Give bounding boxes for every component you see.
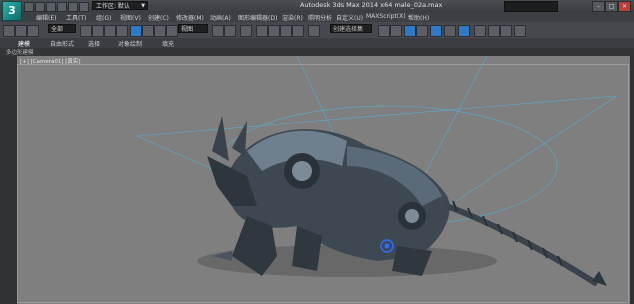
spinner-snap-icon[interactable] [292, 25, 304, 37]
menu-customize[interactable]: 自定义(U) [336, 13, 363, 22]
viewport-scene [136, 56, 618, 287]
undo-icon[interactable] [57, 2, 67, 12]
material-editor-icon[interactable] [458, 25, 470, 37]
menu-group[interactable]: 组(G) [96, 13, 111, 22]
left-sidebar [0, 56, 18, 304]
save-file-icon[interactable] [46, 2, 56, 12]
right-sidebar [630, 56, 634, 304]
maximize-button[interactable]: □ [605, 1, 618, 12]
bind-space-warp-icon[interactable] [27, 25, 39, 37]
window-crossing-icon[interactable] [116, 25, 128, 37]
menu-help[interactable]: 帮助(H) [408, 13, 429, 22]
menu-views[interactable]: 视图(V) [120, 13, 141, 22]
select-and-link-icon[interactable] [3, 25, 15, 37]
select-rotate-icon[interactable] [142, 25, 154, 37]
render-teapot-icon[interactable] [514, 25, 526, 37]
new-file-icon[interactable] [24, 2, 34, 12]
curve-editor-icon[interactable] [430, 25, 442, 37]
menu-lighting[interactable]: 照明分析 [308, 13, 332, 22]
placement-icon[interactable] [166, 25, 178, 37]
region-select-icon[interactable] [104, 25, 116, 37]
selection-filter-dropdown[interactable]: 全部 [48, 24, 76, 33]
angle-snap-icon[interactable] [268, 25, 280, 37]
project-folder-icon[interactable] [79, 2, 89, 12]
app-logo-button[interactable]: 3 [2, 1, 22, 21]
ribbon-panel: 多边形建模 [0, 48, 634, 56]
minimize-button[interactable]: – [592, 1, 605, 12]
menu-modifiers[interactable]: 修改器(M) [176, 13, 204, 22]
main-toolbar [0, 22, 634, 39]
workspace-label: 工作区: 默认 [96, 3, 130, 10]
render-production-icon[interactable] [500, 25, 512, 37]
reference-coordinate-dropdown[interactable]: 视图 [178, 24, 208, 33]
close-button[interactable]: ✕ [618, 1, 631, 12]
layer-manager-icon[interactable] [404, 25, 416, 37]
mirror-icon[interactable] [378, 25, 390, 37]
open-file-icon[interactable] [35, 2, 45, 12]
menu-edit[interactable]: 编辑(E) [36, 13, 56, 22]
menu-tools[interactable]: 工具(T) [66, 13, 86, 22]
search-input[interactable] [504, 1, 558, 12]
select-object-icon[interactable] [80, 25, 92, 37]
tab-object-paint[interactable]: 对象绘制 [118, 39, 142, 48]
align-icon[interactable] [390, 25, 402, 37]
pivot-center-icon[interactable] [212, 25, 224, 37]
keyboard-shortcut-icon[interactable] [240, 25, 252, 37]
select-manipulate-icon[interactable] [224, 25, 236, 37]
menu-maxscript[interactable]: MAXScript(X) [366, 13, 406, 20]
select-move-icon[interactable] [130, 25, 142, 37]
percent-snap-icon[interactable] [280, 25, 292, 37]
select-by-name-icon[interactable] [92, 25, 104, 37]
menu-animation[interactable]: 动画(A) [210, 13, 231, 22]
rendered-frame-icon[interactable] [488, 25, 500, 37]
redo-icon[interactable] [68, 2, 78, 12]
menu-rendering[interactable]: 渲染(R) [282, 13, 303, 22]
tab-modeling[interactable]: 建模 [18, 39, 30, 48]
workspace-dropdown[interactable]: 工作区: 默认 ▼ [92, 1, 148, 10]
perspective-viewport[interactable]: [+] [Camera01] [真实] [17, 56, 630, 304]
schematic-view-icon[interactable] [444, 25, 456, 37]
render-setup-icon[interactable] [474, 25, 486, 37]
tab-freeform[interactable]: 自由形式 [50, 39, 74, 48]
chevron-down-icon: ▼ [141, 3, 145, 9]
menu-graph-editors[interactable]: 图形编辑器(D) [238, 13, 277, 22]
tab-populate[interactable]: 填充 [162, 39, 174, 48]
snap-toggle-icon[interactable] [256, 25, 268, 37]
ribbon-panel-label[interactable]: 多边形建模 [6, 48, 34, 56]
unlink-icon[interactable] [15, 25, 27, 37]
select-scale-icon[interactable] [154, 25, 166, 37]
graphite-toggle-icon[interactable] [416, 25, 428, 37]
edit-named-selection-icon[interactable] [308, 25, 320, 37]
menu-create[interactable]: 创建(C) [148, 13, 169, 22]
named-selection-dropdown[interactable]: 创建选择集 [330, 24, 372, 33]
tab-selection[interactable]: 选择 [88, 39, 100, 48]
window-title: Autodesk 3ds Max 2014 x64 male_02a.max [300, 1, 443, 9]
